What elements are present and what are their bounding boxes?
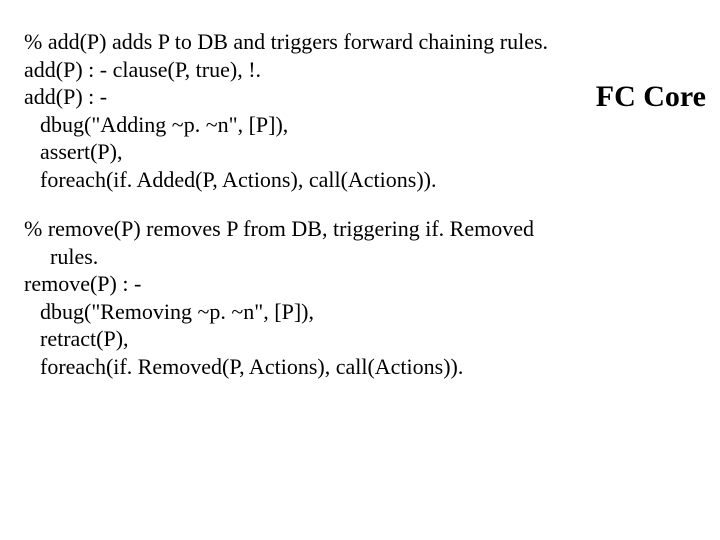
code-line: retract(P),	[24, 325, 702, 353]
fc-core-heading: FC Core	[596, 78, 706, 116]
code-line: rules.	[24, 243, 702, 271]
code-line: % remove(P) removes P from DB, triggerin…	[24, 215, 702, 243]
code-line: assert(P),	[24, 138, 702, 166]
add-block: FC Core % add(P) adds P to DB and trigge…	[24, 28, 702, 193]
code-line: foreach(if. Added(P, Actions), call(Acti…	[24, 166, 702, 194]
code-line: dbug("Removing ~p. ~n", [P]),	[24, 298, 702, 326]
remove-block: % remove(P) removes P from DB, triggerin…	[24, 215, 702, 380]
code-line: remove(P) : -	[24, 270, 702, 298]
code-line: foreach(if. Removed(P, Actions), call(Ac…	[24, 353, 702, 381]
code-line: % add(P) adds P to DB and triggers forwa…	[24, 28, 702, 56]
